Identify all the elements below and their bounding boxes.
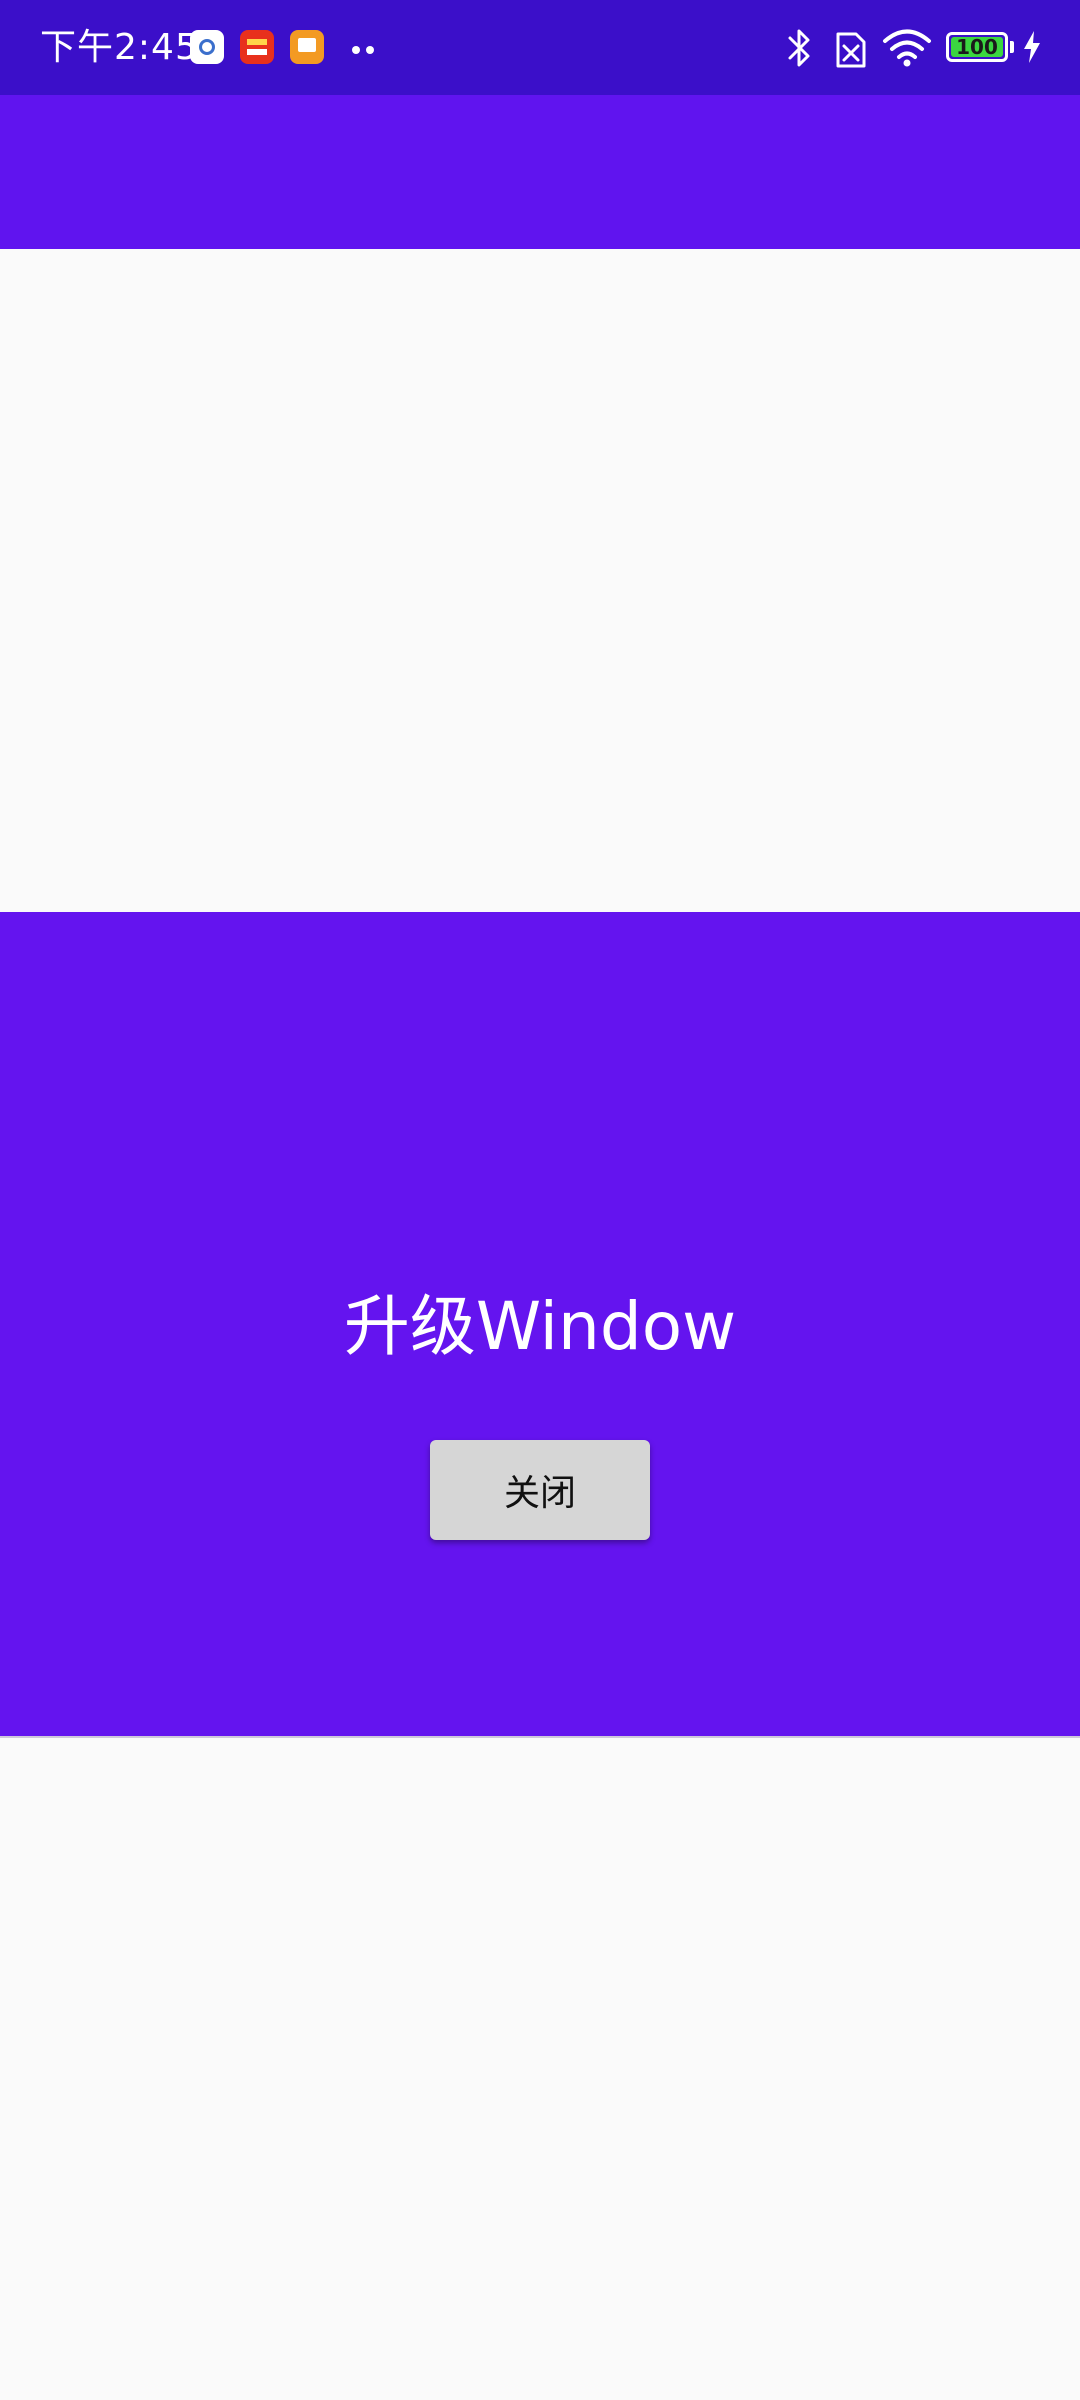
status-time: 下午2:45 (40, 27, 199, 68)
battery-level: 100 (956, 35, 998, 59)
settings-app-icon (190, 30, 224, 64)
battery-icon: 100 (946, 32, 1008, 62)
shopping-app-icon (240, 30, 274, 64)
lower-content-area (0, 1738, 1080, 2400)
close-button[interactable]: 关闭 (430, 1440, 650, 1540)
no-sim-icon (836, 32, 866, 68)
battery-cap (1010, 41, 1014, 53)
reading-app-icon (290, 30, 324, 64)
main-content-area (0, 249, 1080, 912)
bluetooth-icon (788, 29, 810, 67)
wifi-icon (883, 29, 931, 67)
popup-title: 升级Window (343, 1288, 737, 1365)
more-notifications-icon (352, 46, 360, 54)
upgrade-popup-window: 升级Window 关闭 (0, 912, 1080, 1736)
charging-icon (1024, 31, 1040, 63)
app-toolbar (0, 95, 1080, 249)
status-bar: 下午2:45 100 (0, 0, 1080, 95)
